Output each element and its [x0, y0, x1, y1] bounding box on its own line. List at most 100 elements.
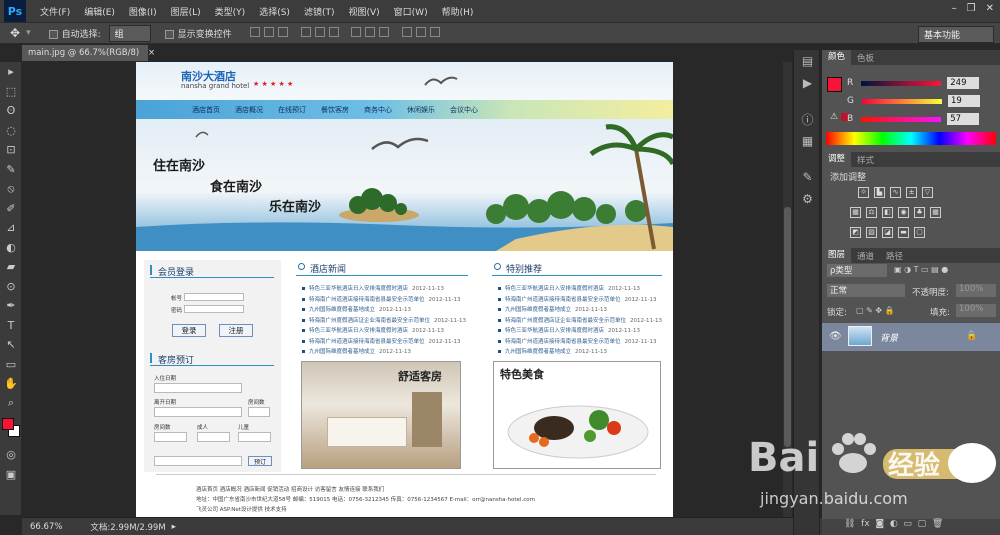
tab-swatches[interactable]: 色板 — [851, 52, 880, 64]
child-input[interactable] — [238, 432, 271, 442]
minimize-button[interactable]: – — [952, 3, 957, 14]
zoom-readout[interactable]: 66.67% — [30, 522, 62, 532]
tab-channels[interactable]: 通道 — [851, 250, 880, 262]
nav-booking[interactable]: 在线预订 — [278, 105, 306, 115]
auto-select-dropdown[interactable]: 组 — [108, 24, 151, 42]
distribute-right-icon[interactable] — [430, 26, 441, 37]
foreground-color-swatch[interactable] — [827, 77, 842, 92]
r-value[interactable]: 249 — [947, 77, 980, 89]
restore-button[interactable]: ❐ — [967, 3, 976, 14]
tab-adjustments[interactable]: 调整 — [822, 152, 852, 167]
eraser-tool-icon[interactable]: ▰ — [0, 257, 22, 277]
marquee-tool-icon[interactable]: ⬚ — [0, 82, 22, 102]
distribute-vcenter-icon[interactable] — [365, 26, 376, 37]
healing-tool-icon[interactable]: ⦸ — [0, 179, 22, 199]
recommend-item[interactable]: 特海南广州道酒店接待海南省县最安全示范单位 2012-11-13 — [498, 337, 662, 348]
nav-business[interactable]: 商务中心 — [364, 105, 392, 115]
invert-icon[interactable]: ◩ — [850, 227, 861, 238]
properties-panel-icon[interactable]: ▦ — [794, 130, 821, 152]
zoom-tool-icon[interactable]: ⌕ — [0, 394, 22, 414]
actions-panel-icon[interactable]: ▶ — [794, 72, 821, 94]
news-item[interactable]: 特海南广州道酒店接待海南省县最安全示范单位 2012-11-13 — [302, 337, 466, 348]
nav-dining[interactable]: 餐饮客房 — [321, 105, 349, 115]
color-lookup-icon[interactable]: ▦ — [930, 207, 941, 218]
book-button[interactable]: 预订 — [248, 456, 272, 466]
workspace-dropdown[interactable]: 基本功能 — [918, 26, 994, 43]
move-tool-icon[interactable]: ▸ — [0, 62, 22, 82]
nav-leisure[interactable]: 休闲娱乐 — [407, 105, 435, 115]
eye-icon[interactable]: 👁 — [829, 331, 842, 342]
nav-meeting[interactable]: 会议中心 — [450, 105, 478, 115]
distribute-hcenter-icon[interactable] — [416, 26, 427, 37]
foreground-color-swatch[interactable] — [2, 418, 14, 430]
balance-icon[interactable]: ⚖ — [866, 207, 877, 218]
crop-tool-icon[interactable]: ⊡ — [0, 140, 22, 160]
align-left-icon[interactable] — [300, 26, 311, 37]
news-item[interactable]: 九州国际维度假者基地成立 2012-11-13 — [302, 347, 466, 358]
levels-icon[interactable]: ▙ — [874, 187, 885, 198]
lock-icons[interactable]: ▢ ✎ ✥ 🔒 — [856, 306, 895, 315]
news-item[interactable]: 特海南广州道酒店接待海南省县最安全示范单位 2012-11-13 — [302, 295, 466, 306]
register-button[interactable]: 注册 — [219, 324, 253, 337]
tool-presets-icon[interactable]: ⚙ — [794, 188, 821, 210]
type-tool-icon[interactable]: T — [0, 316, 22, 336]
layer-name[interactable]: 背景 — [880, 331, 898, 344]
tool-preset-arrow-icon[interactable]: ▾ — [26, 28, 31, 38]
g-value[interactable]: 19 — [947, 95, 980, 107]
move-tool-icon[interactable]: ✥ — [10, 26, 20, 40]
checkin-input[interactable] — [154, 383, 242, 393]
quick-mask-icon[interactable]: ◎ — [0, 445, 22, 465]
photo-filter-icon[interactable]: ◉ — [898, 207, 909, 218]
recommend-item[interactable]: 特色三亚华航酒店日入安排海度假时酒店 2012-11-13 — [498, 326, 662, 337]
gradient-tool-icon[interactable]: ⊙ — [0, 277, 22, 297]
quick-select-tool-icon[interactable]: ◌ — [0, 121, 22, 141]
room-type-input[interactable] — [154, 432, 187, 442]
menu-filter[interactable]: 滤镜(T) — [304, 5, 335, 18]
exposure-icon[interactable]: ± — [906, 187, 917, 198]
note-input[interactable] — [154, 456, 242, 466]
menu-window[interactable]: 窗口(W) — [394, 5, 428, 18]
close-button[interactable]: ✕ — [986, 3, 994, 14]
recommend-item[interactable]: 九州国际维度假者基地成立 2012-11-13 — [498, 305, 662, 316]
menu-view[interactable]: 视图(V) — [348, 5, 379, 18]
posterize-icon[interactable]: ▨ — [866, 227, 877, 238]
layers-footer-icons[interactable]: ⛓ fx ◙ ◐ ▭ ▢ 🗑 — [822, 519, 1000, 535]
menu-image[interactable]: 图像(I) — [129, 5, 157, 18]
fill-input[interactable]: 100% — [956, 304, 996, 317]
channel-mixer-icon[interactable]: ♣ — [914, 207, 925, 218]
gradient-map-icon[interactable]: ▬ — [898, 227, 909, 238]
eyedropper-tool-icon[interactable]: ✎ — [0, 160, 22, 180]
brush-panel-icon[interactable]: ✎ — [794, 166, 821, 188]
green-slider[interactable]: G 19 — [847, 95, 1000, 107]
tab-layers[interactable]: 图层 — [822, 248, 852, 263]
layer-filter-dropdown[interactable]: ρ类型 — [827, 264, 887, 277]
login-button[interactable]: 登录 — [172, 324, 206, 337]
shape-tool-icon[interactable]: ▭ — [0, 355, 22, 375]
brightness-icon[interactable]: ☼ — [858, 187, 869, 198]
hand-tool-icon[interactable]: ✋ — [0, 374, 22, 394]
blend-mode-dropdown[interactable]: 正常 — [827, 284, 905, 297]
path-select-tool-icon[interactable]: ↖ — [0, 335, 22, 355]
tab-styles[interactable]: 样式 — [851, 154, 880, 166]
opacity-input[interactable]: 100% — [956, 284, 996, 297]
layer-row[interactable]: 👁 背景 🔒 — [822, 323, 1000, 351]
align-top-icon[interactable] — [249, 26, 260, 37]
account-input[interactable] — [184, 293, 244, 301]
room-count-input[interactable] — [248, 407, 270, 417]
recommend-item[interactable]: 九州国际维度假者基地成立 2012-11-13 — [498, 347, 662, 358]
recommend-item[interactable]: 特海南广州度假酒店证企业海南省最安全示范单位 2012-11-13 — [498, 316, 662, 327]
brush-tool-icon[interactable]: ✐ — [0, 199, 22, 219]
document-tab[interactable]: main.jpg @ 66.7%(RGB/8) × — [22, 45, 155, 61]
distribute-left-icon[interactable] — [402, 26, 413, 37]
align-vcenter-icon[interactable] — [263, 26, 274, 37]
news-item[interactable]: 特海南广州度假酒店证企业海南省最安全示范单位 2012-11-13 — [302, 316, 466, 327]
vertical-scroll-thumb[interactable] — [784, 207, 791, 447]
close-icon[interactable]: × — [148, 48, 155, 58]
blue-slider[interactable]: B 57 — [847, 113, 1000, 125]
menu-select[interactable]: 选择(S) — [259, 5, 290, 18]
distribute-top-icon[interactable] — [351, 26, 362, 37]
align-bottom-icon[interactable] — [277, 26, 288, 37]
menu-help[interactable]: 帮助(H) — [442, 5, 474, 18]
tab-color[interactable]: 颜色 — [822, 50, 852, 65]
adult-input[interactable] — [197, 432, 230, 442]
